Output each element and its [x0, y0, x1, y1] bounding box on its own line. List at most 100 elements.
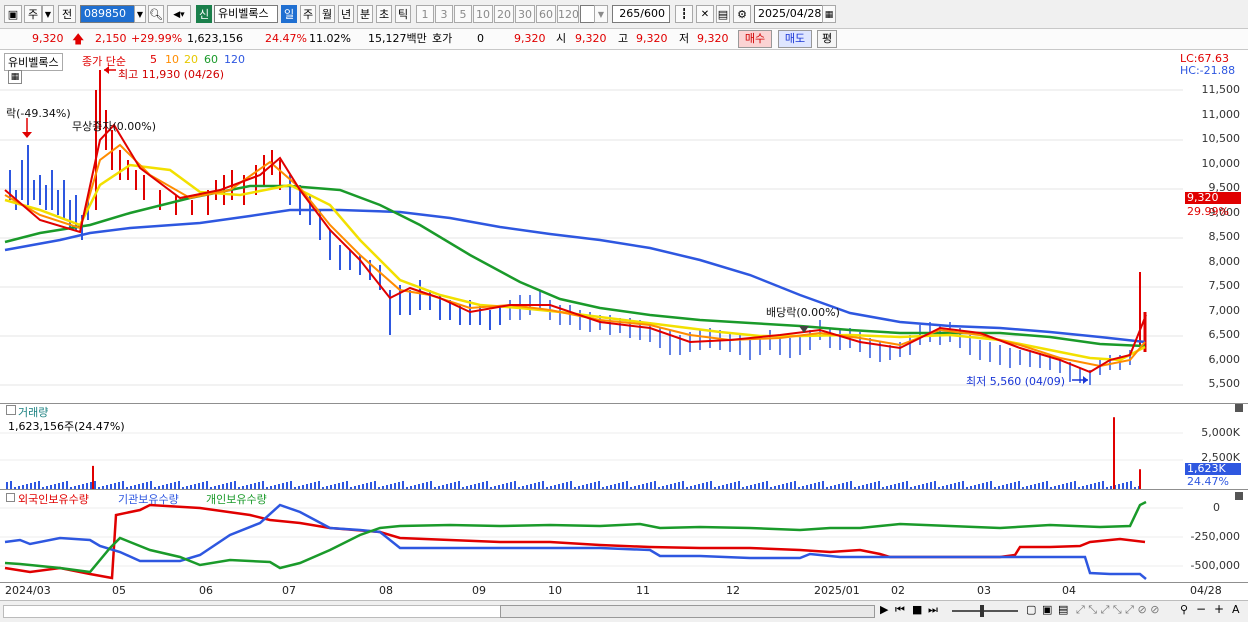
price-chart-svg	[0, 66, 1183, 386]
search-icon[interactable]: ⚲	[1180, 603, 1188, 616]
volume-bar	[626, 481, 628, 489]
volume-bar	[598, 481, 600, 489]
scroll-thumb[interactable]	[500, 605, 875, 618]
date-input[interactable]: 2025/04/28	[754, 5, 824, 23]
holdings-pane[interactable]: 외국인보유수량 기관보유수량 개인보유수량	[0, 490, 1183, 582]
tool-icon[interactable]: ▢	[1026, 603, 1036, 616]
interval-5-button[interactable]: 5	[454, 5, 472, 23]
holdings-chart-svg	[0, 500, 1183, 580]
code-dropdown-icon[interactable]: ▼	[134, 5, 146, 23]
interval-60-button[interactable]: 60	[536, 5, 556, 23]
volume-bar	[38, 481, 40, 489]
volume-bar	[10, 481, 12, 489]
volume-bar	[1046, 481, 1048, 489]
interval-10-button[interactable]: 10	[473, 5, 493, 23]
holdings-axis: 0 -250,000 -500,000	[1183, 490, 1248, 582]
period-month-button[interactable]: 월	[319, 5, 335, 23]
volume-bar	[906, 481, 908, 489]
play-icon[interactable]: ▶	[880, 603, 888, 616]
forward-icon[interactable]: ⏭	[928, 603, 938, 617]
volume-bar	[958, 482, 960, 489]
interval-3-button[interactable]: 3	[435, 5, 453, 23]
period-second-button[interactable]: 초	[376, 5, 392, 23]
period-tick-button[interactable]: 틱	[395, 5, 411, 23]
sell-button[interactable]: 매도	[778, 30, 812, 48]
period-day-button[interactable]: 일	[281, 5, 297, 23]
volume-bar	[482, 482, 484, 489]
volume-bar	[850, 481, 852, 489]
gear-icon[interactable]: ⚙	[733, 5, 751, 23]
low-label: 저	[679, 32, 690, 45]
period-jo-button[interactable]: 주	[24, 5, 42, 23]
data-count-max: /600	[640, 7, 665, 20]
volume-bar	[594, 482, 596, 489]
interval-20-button[interactable]: 20	[494, 5, 514, 23]
volume-bar	[986, 482, 988, 489]
tool-icon[interactable]: ▤	[1058, 603, 1068, 616]
current-volume-tag: 1,623K	[1185, 463, 1241, 475]
volume-bar	[206, 481, 208, 489]
volume-bar	[1130, 481, 1132, 489]
current-price-tag: 9,320	[1185, 192, 1241, 204]
volume-bar	[570, 481, 572, 489]
interval-1-button[interactable]: 1	[416, 5, 434, 23]
period-week-button[interactable]: 주	[300, 5, 316, 23]
pane-close-icon[interactable]	[1235, 404, 1243, 412]
calendar-icon[interactable]: ▦	[822, 5, 836, 23]
volume-bar	[818, 482, 820, 489]
period-year-button[interactable]: 년	[338, 5, 354, 23]
save-icon[interactable]: ▤	[716, 5, 730, 23]
zoom-in-icon[interactable]: +	[1214, 602, 1224, 616]
institution-line	[4, 503, 1147, 580]
volume-bar	[286, 482, 288, 489]
data-count-field[interactable]: 265/600	[612, 5, 670, 23]
draw-tools-icon[interactable]: ⤢ ⤡ ⤢ ⤡ ⤢ ⊘ ⊘	[1076, 603, 1159, 617]
volume-bar	[258, 482, 260, 489]
holdings-tick: -250,000	[1190, 530, 1240, 543]
volume-spike-bar	[92, 465, 94, 489]
hc-label: HC:-21.88	[1180, 64, 1236, 77]
speaker-icon[interactable]: ◀▾	[167, 5, 191, 23]
pane-close-icon[interactable]	[1235, 492, 1243, 500]
rewind-icon[interactable]: ⏮	[895, 603, 905, 617]
period-minute-button[interactable]: 분	[357, 5, 373, 23]
volume-bar	[118, 482, 120, 489]
y-tick: 10,500	[1201, 132, 1241, 145]
volume-chart-svg	[0, 417, 1183, 489]
search-icon[interactable]: 🔍︎	[148, 5, 164, 23]
price-axis: LC:67.63 HC:-21.88 11,500 11,000 10,500 …	[1180, 50, 1248, 403]
candle-icon[interactable]: ┇	[675, 5, 693, 23]
price-pane[interactable]: 유비벨록스 종가 단순 5 10 20 60 120 ▦ 락(-49.34%) …	[0, 50, 1183, 403]
volume-bar	[122, 481, 124, 489]
volume-bar	[318, 481, 320, 489]
volume-bar	[510, 482, 512, 489]
price-change: 2,150	[95, 32, 127, 45]
interval-30-button[interactable]: 30	[515, 5, 535, 23]
volume-bar	[846, 482, 848, 489]
font-size-icon[interactable]: A	[1232, 603, 1240, 616]
volume-bar	[962, 481, 964, 489]
jeon-button[interactable]: 전	[58, 5, 76, 23]
x-label: 2024/03	[5, 584, 51, 597]
zoom-out-icon[interactable]: −	[1196, 602, 1206, 616]
buy-button[interactable]: 매수	[738, 30, 772, 48]
volume-pane[interactable]: 거래량 1,623,156주(24.47%)	[0, 404, 1183, 489]
y-tick: 11,500	[1201, 83, 1241, 96]
chevron-down-icon[interactable]: ▼	[42, 5, 54, 23]
tool-icon[interactable]: ▣	[1042, 603, 1052, 616]
current-pct-tag: 29.99%	[1187, 205, 1229, 218]
volume-bar	[426, 482, 428, 489]
zoom-slider[interactable]	[952, 610, 1018, 612]
volume-bar	[34, 482, 36, 489]
volume-bar	[174, 482, 176, 489]
zoom-slider-handle[interactable]	[980, 605, 984, 617]
tools-icon[interactable]: ✕	[696, 5, 714, 23]
stock-name-field[interactable]: 유비벨록스	[214, 5, 278, 23]
stop-icon[interactable]: ■	[912, 603, 922, 616]
stock-code-input[interactable]: 089850	[80, 5, 136, 23]
y-tick: 8,000	[1208, 255, 1241, 268]
layout-icon[interactable]: ▣	[4, 5, 22, 23]
interval-dropdown-icon[interactable]: ▼	[594, 5, 608, 23]
interval-120-button[interactable]: 120	[557, 5, 579, 23]
average-button[interactable]: 평	[817, 30, 837, 48]
